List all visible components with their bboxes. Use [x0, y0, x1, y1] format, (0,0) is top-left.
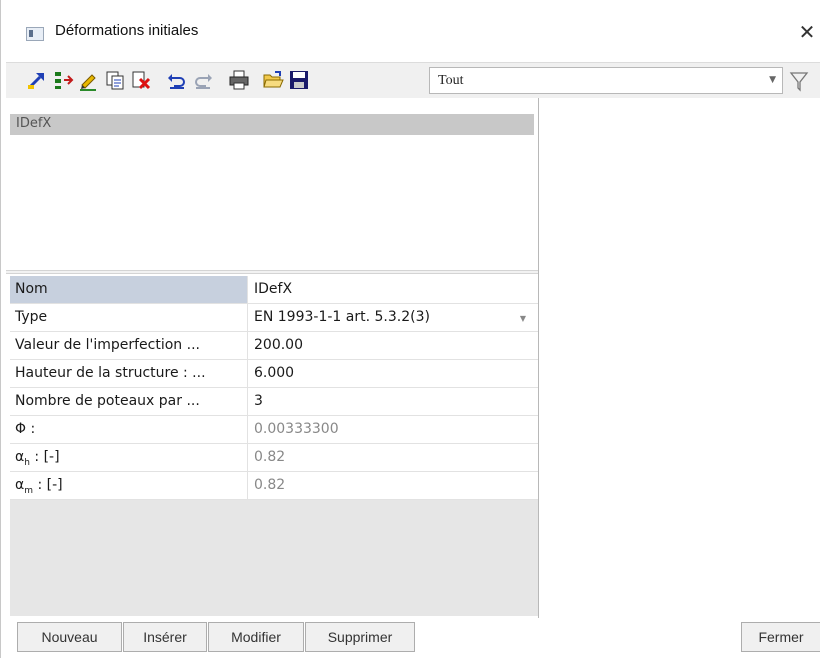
copy-icon[interactable]: [104, 69, 126, 91]
splitter[interactable]: [6, 270, 538, 274]
property-value[interactable]: 3: [254, 393, 263, 409]
property-row-alpha-h: αh : [-] 0.82: [10, 444, 538, 472]
dialog-window: Déformations initiales ✕ Tout ▼ IDefX No…: [0, 0, 820, 658]
button-bar: Nouveau Insérer Modifier Supprimer Ferme…: [1, 618, 820, 658]
property-value[interactable]: IDefX: [254, 281, 292, 297]
window-icon: [26, 27, 44, 41]
left-pane: IDefX Nom IDefX Type EN 1993-1-1 art. 5.…: [6, 98, 539, 618]
property-value[interactable]: 6.000: [254, 365, 294, 381]
modify-button[interactable]: Modifier: [208, 622, 304, 652]
window-title: Déformations initiales: [55, 22, 199, 39]
undo-icon[interactable]: [166, 69, 188, 91]
open-folder-icon[interactable]: [262, 69, 284, 91]
chevron-down-icon[interactable]: ▼: [769, 75, 776, 85]
funnel-icon[interactable]: [789, 70, 809, 92]
new-item-icon[interactable]: [26, 69, 48, 91]
property-row-poteaux[interactable]: Nombre de poteaux par ... 3: [10, 388, 538, 416]
item-list: IDefX: [6, 98, 538, 270]
print-icon[interactable]: [228, 69, 250, 91]
close-window-button[interactable]: ✕: [793, 16, 820, 48]
property-row-phi: Φ : 0.00333300: [10, 416, 538, 444]
property-grid-empty-area: [10, 500, 538, 616]
property-value-readonly: 0.82: [254, 449, 286, 465]
title-bar: Déformations initiales ✕: [1, 0, 820, 62]
list-item-label: IDefX: [16, 116, 52, 131]
edit-icon[interactable]: [78, 69, 100, 91]
property-row-alpha-m: αm : [-] 0.82: [10, 472, 538, 500]
property-value[interactable]: EN 1993-1-1 art. 5.3.2(3): [254, 309, 430, 325]
property-name: Valeur de l'imperfection ...: [15, 337, 200, 353]
delete-icon[interactable]: [130, 69, 152, 91]
property-name: Φ :: [15, 421, 36, 437]
list-item[interactable]: IDefX: [10, 114, 534, 135]
insert-button[interactable]: Insérer: [123, 622, 207, 652]
filter-combo[interactable]: Tout ▼: [429, 67, 783, 94]
property-row-hauteur[interactable]: Hauteur de la structure : ... 6.000: [10, 360, 538, 388]
property-name: Nombre de poteaux par ...: [15, 393, 200, 409]
insert-icon[interactable]: [52, 69, 74, 91]
property-row-nom[interactable]: Nom IDefX: [10, 276, 538, 304]
property-value-readonly: 0.82: [254, 477, 286, 493]
filter-value: Tout: [438, 73, 464, 88]
property-name: Type: [15, 309, 48, 325]
property-grid: Nom IDefX Type EN 1993-1-1 art. 5.3.2(3)…: [10, 276, 538, 500]
chevron-down-icon[interactable]: ▼: [520, 314, 526, 323]
close-button[interactable]: Fermer: [741, 622, 820, 652]
preview-pane: [539, 98, 820, 618]
property-name: αh : [-]: [15, 449, 60, 468]
delete-button[interactable]: Supprimer: [305, 622, 415, 652]
save-icon[interactable]: [288, 69, 310, 91]
property-name: Hauteur de la structure : ...: [15, 365, 206, 381]
new-button[interactable]: Nouveau: [17, 622, 122, 652]
toolbar: Tout ▼: [6, 62, 820, 100]
property-row-type[interactable]: Type EN 1993-1-1 art. 5.3.2(3) ▼: [10, 304, 538, 332]
property-row-imperfection[interactable]: Valeur de l'imperfection ... 200.00: [10, 332, 538, 360]
redo-icon[interactable]: [192, 69, 214, 91]
property-name: αm : [-]: [15, 477, 63, 496]
property-value-readonly: 0.00333300: [254, 421, 339, 437]
property-name: Nom: [15, 281, 48, 297]
property-value[interactable]: 200.00: [254, 337, 303, 353]
